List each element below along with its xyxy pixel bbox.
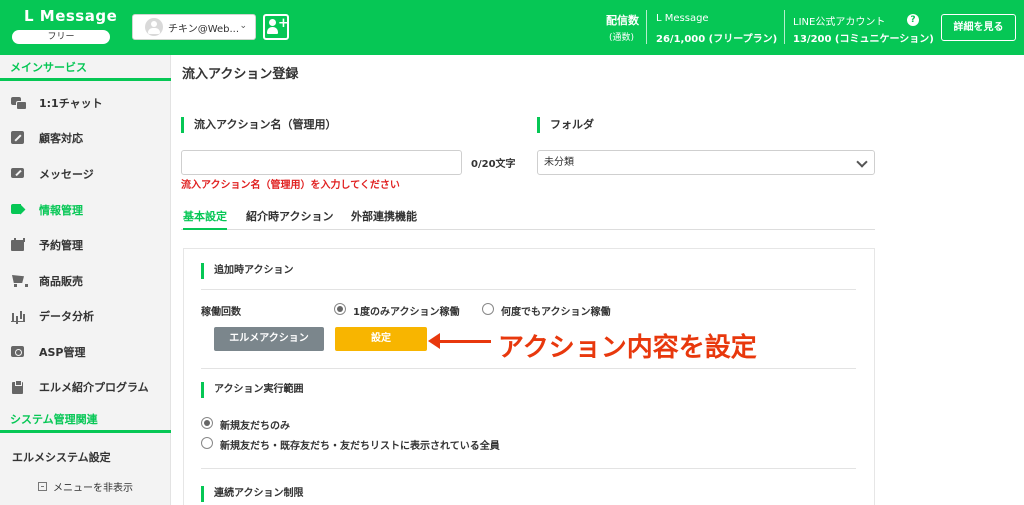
annotation-arrow <box>436 340 491 343</box>
tab-external-integration[interactable]: 外部連携機能 <box>351 208 417 230</box>
header-divider <box>646 10 647 44</box>
section-divider <box>201 289 856 290</box>
set-action-button[interactable]: 設定 <box>335 327 427 351</box>
sidebar-section-system: システム管理関連 <box>0 407 171 433</box>
sidebar-item-chat[interactable]: 1:1チャット <box>0 86 171 120</box>
message-icon <box>11 167 25 181</box>
line-usage-label: LINE公式アカウント <box>793 17 886 28</box>
hide-menu-button[interactable]: メニューを非表示 <box>38 479 133 494</box>
details-button[interactable]: 詳細を見る <box>941 14 1016 41</box>
settings-card <box>183 248 875 505</box>
sidebar-item-customer[interactable]: 顧客対応 <box>0 121 171 155</box>
avatar-icon <box>145 18 163 36</box>
sidebar-item-info[interactable]: 情報管理 <box>0 193 171 227</box>
sidebar-system-settings[interactable]: エルメシステム設定 <box>0 449 171 469</box>
run-count-label: 稼働回数 <box>201 307 241 318</box>
help-icon[interactable]: ? <box>907 14 919 26</box>
chart-icon <box>11 309 25 323</box>
user-head-icon <box>269 19 276 26</box>
char-counter: 0/20文字 <box>471 159 516 170</box>
sidebar-item-message[interactable]: メッセージ <box>0 157 171 191</box>
scope-all-label: 新規友だち・既存友だち・友だちリストに表示されている全員 <box>220 441 500 452</box>
section-continuous: 連続アクション制限 <box>201 486 304 502</box>
lme-action-button[interactable]: エルメアクション <box>214 327 324 351</box>
sidebar-item-label: ASP管理 <box>39 346 86 359</box>
run-once-radio[interactable] <box>334 303 346 315</box>
add-account-button[interactable]: + <box>263 14 289 40</box>
user-body-icon <box>267 27 278 34</box>
section-divider <box>201 368 856 369</box>
sidebar-item-label: 商品販売 <box>39 275 83 288</box>
folder-label: フォルダ <box>537 117 594 133</box>
sidebar-item-label: データ分析 <box>39 310 94 323</box>
folder-select-value: 未分類 <box>544 157 574 168</box>
delivery-count-label: 配信数 <box>606 14 639 27</box>
run-once-label: 1度のみアクション稼働 <box>353 307 460 318</box>
action-name-error: 流入アクション名（管理用）を入力してください <box>181 180 400 191</box>
sidebar-item-asp[interactable]: ASP管理 <box>0 335 171 369</box>
calendar-icon <box>11 238 25 252</box>
scope-all-radio[interactable] <box>201 437 213 449</box>
sidebar-item-reservation[interactable]: 予約管理 <box>0 228 171 262</box>
header-divider <box>784 10 785 44</box>
chat-icon <box>11 96 27 110</box>
run-any-radio[interactable] <box>482 303 494 315</box>
edit-icon <box>11 131 25 145</box>
account-selector[interactable]: チキン@Web... ⌄ <box>132 14 256 40</box>
scope-new-only-label: 新規友だちのみ <box>220 421 290 432</box>
section-scope: アクション実行範囲 <box>201 382 304 398</box>
clipboard-icon <box>11 380 25 394</box>
annotation-arrow-head-icon <box>428 333 440 349</box>
tag-icon <box>11 203 25 217</box>
sidebar-item-label: エルメ紹介プログラム <box>39 381 149 394</box>
top-header: L Message フリー チキン@Web... ⌄ + 配信数 (通数) L … <box>0 0 1024 55</box>
chevron-down-icon: ⌄ <box>239 21 247 31</box>
run-any-label: 何度でもアクション稼働 <box>501 307 611 318</box>
hide-menu-label: メニューを非表示 <box>53 483 133 494</box>
scope-new-only-radio[interactable] <box>201 417 213 429</box>
tab-referral-action[interactable]: 紹介時アクション <box>246 208 333 230</box>
action-name-label: 流入アクション名（管理用） <box>181 117 336 133</box>
delivery-count-sub: (通数) <box>609 33 635 43</box>
chevron-down-icon <box>856 156 868 168</box>
sidebar-item-referral[interactable]: エルメ紹介プログラム <box>0 370 171 404</box>
page-title: 流入アクション登録 <box>182 67 299 82</box>
tab-basic-settings[interactable]: 基本設定 <box>183 208 227 230</box>
lmessage-usage-value: 26/1,000 (フリープラン) <box>656 34 778 45</box>
asp-icon <box>11 345 25 359</box>
sidebar-item-label: 顧客対応 <box>39 132 83 145</box>
action-name-input[interactable] <box>181 150 462 175</box>
plan-badge: フリー <box>12 30 110 44</box>
collapse-icon <box>38 482 47 491</box>
folder-select[interactable]: 未分類 <box>537 150 875 175</box>
annotation-text: アクション内容を設定 <box>498 333 757 363</box>
section-divider <box>201 468 856 469</box>
sidebar-item-label: 情報管理 <box>39 204 83 217</box>
plus-icon: + <box>278 16 289 31</box>
sidebar-item-label: メッセージ <box>39 168 94 181</box>
sidebar-item-label: 予約管理 <box>39 239 83 252</box>
sidebar-item-analytics[interactable]: データ分析 <box>0 299 171 333</box>
sidebar-section-main: メインサービス <box>0 55 171 81</box>
line-usage-value: 13/200 (コミュニケーション) <box>793 34 934 45</box>
sidebar-item-label: 1:1チャット <box>39 97 103 110</box>
sidebar: メインサービス 1:1チャット 顧客対応 メッセージ 情報管理 予約管理 商品販… <box>0 55 171 505</box>
app-logo[interactable]: L Message <box>24 7 117 25</box>
sidebar-item-sales[interactable]: 商品販売 <box>0 264 171 298</box>
section-add-action: 追加時アクション <box>201 263 294 279</box>
settings-tabs: 基本設定 紹介時アクション 外部連携機能 <box>181 206 875 230</box>
cart-icon <box>11 274 28 288</box>
lmessage-usage-label: L Message <box>656 13 709 24</box>
